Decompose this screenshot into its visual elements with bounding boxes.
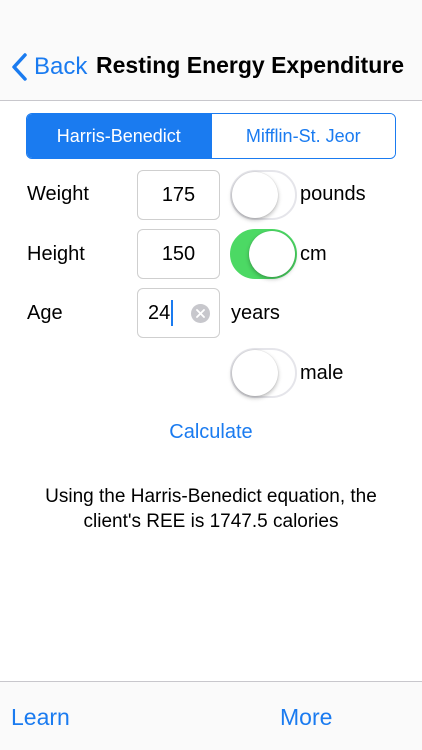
navigation-bar: Back Resting Energy Expenditure	[0, 0, 422, 101]
more-button[interactable]: More	[280, 704, 332, 731]
height-input[interactable]: 150	[137, 229, 220, 279]
switch-knob	[232, 172, 278, 218]
age-value: 24	[148, 301, 171, 324]
result-line-2: client's REE is 1747.5 calories	[83, 511, 339, 532]
page-title: Resting Energy Expenditure	[96, 52, 405, 78]
age-label: Age	[27, 302, 63, 324]
bottom-toolbar: Learn More	[0, 681, 422, 750]
result-line-1: Using the Harris-Benedict equation, the	[45, 486, 377, 507]
result-text: Using the Harris-Benedict equation, the …	[30, 484, 392, 534]
height-unit-switch[interactable]	[230, 229, 297, 279]
weight-input[interactable]: 175	[137, 170, 220, 220]
weight-label: Weight	[27, 183, 89, 205]
sex-switch[interactable]	[230, 348, 297, 398]
clear-input-button[interactable]	[191, 304, 210, 323]
segment-mifflin-st-jeor[interactable]: Mifflin-St. Jeor	[210, 114, 395, 158]
learn-button[interactable]: Learn	[11, 704, 70, 731]
back-button[interactable]: Back	[10, 50, 87, 84]
segment-harris-benedict[interactable]: Harris-Benedict	[27, 114, 211, 158]
height-unit-label: cm	[300, 243, 327, 265]
switch-knob	[232, 350, 278, 396]
equation-segmented-control: Harris-Benedict Mifflin-St. Jeor	[26, 113, 396, 159]
age-unit-label: years	[231, 302, 280, 324]
sex-label: male	[300, 362, 344, 384]
age-input[interactable]: 24	[137, 288, 220, 338]
weight-unit-switch[interactable]	[230, 170, 297, 220]
calculate-button[interactable]: Calculate	[0, 421, 422, 444]
weight-unit-label: pounds	[300, 183, 366, 205]
height-value: 150	[161, 242, 196, 265]
text-caret	[171, 300, 174, 326]
back-label: Back	[34, 53, 88, 80]
height-label: Height	[27, 243, 85, 265]
switch-knob	[249, 231, 295, 277]
clear-x-icon	[196, 309, 205, 318]
weight-value: 175	[161, 183, 196, 206]
chevron-left-icon	[12, 53, 27, 81]
